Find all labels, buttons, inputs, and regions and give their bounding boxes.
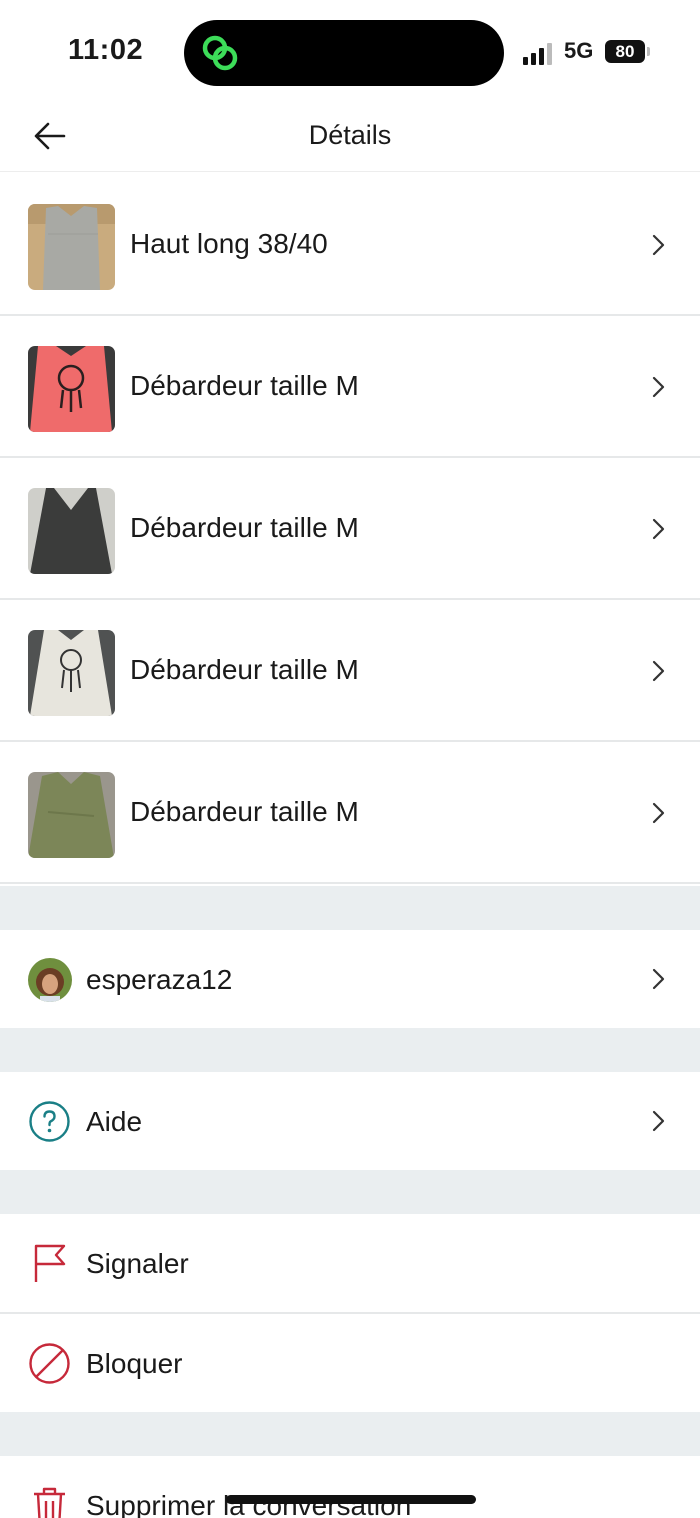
- home-indicator[interactable]: [226, 1495, 476, 1504]
- item-row[interactable]: Débardeur taille M: [0, 458, 700, 600]
- report-row[interactable]: Signaler: [0, 1214, 700, 1314]
- network-type: 5G: [564, 38, 594, 63]
- chevron-right-icon: [652, 518, 665, 540]
- chevron-right-icon: [652, 968, 665, 990]
- chevron-right-icon: [652, 802, 665, 824]
- username: esperaza12: [86, 964, 233, 995]
- battery-cap: [647, 47, 650, 56]
- help-circle-icon: [29, 1101, 70, 1142]
- item-row[interactable]: Haut long 38/40: [0, 174, 700, 316]
- item-thumbnail: [28, 630, 115, 716]
- item-thumbnail: [28, 488, 115, 574]
- avatar: [28, 958, 72, 1002]
- section-gap: [0, 1028, 700, 1072]
- block-icon: [29, 1343, 70, 1384]
- linked-rings-icon: [202, 35, 238, 71]
- report-label: Signaler: [86, 1248, 189, 1279]
- battery-icon: 80: [605, 40, 645, 63]
- item-thumbnail: [28, 772, 115, 858]
- dynamic-island: [184, 20, 504, 86]
- block-row[interactable]: Bloquer: [0, 1314, 700, 1412]
- trash-icon: [34, 1487, 65, 1518]
- item-thumbnail: [28, 204, 115, 290]
- item-row[interactable]: Débardeur taille M: [0, 742, 700, 884]
- help-row[interactable]: Aide: [0, 1072, 700, 1170]
- signal-icon: [523, 41, 557, 65]
- status-bar: 11:02 5G 80: [0, 0, 700, 100]
- item-title: Débardeur taille M: [130, 796, 359, 827]
- item-row[interactable]: Débardeur taille M: [0, 316, 700, 458]
- block-label: Bloquer: [86, 1348, 183, 1379]
- chevron-right-icon: [652, 1110, 665, 1132]
- page-title: Détails: [308, 120, 392, 150]
- item-title: Haut long 38/40: [130, 228, 328, 259]
- item-title: Débardeur taille M: [130, 654, 359, 685]
- section-gap: [0, 1412, 700, 1456]
- item-title: Débardeur taille M: [130, 370, 359, 401]
- delete-conversation-row[interactable]: Supprimer la conversation: [0, 1456, 700, 1518]
- item-thumbnail: [28, 346, 115, 432]
- flag-icon: [34, 1244, 66, 1282]
- status-time: 11:02: [68, 34, 144, 66]
- item-title: Débardeur taille M: [130, 512, 359, 543]
- chevron-right-icon: [652, 660, 665, 682]
- header: Détails: [0, 100, 700, 172]
- user-profile-row[interactable]: esperaza12: [0, 930, 700, 1028]
- chevron-right-icon: [652, 234, 665, 256]
- section-gap: [0, 886, 700, 930]
- chevron-right-icon: [652, 376, 665, 398]
- section-gap: [0, 1170, 700, 1214]
- item-row[interactable]: Débardeur taille M: [0, 600, 700, 742]
- help-label: Aide: [86, 1106, 143, 1137]
